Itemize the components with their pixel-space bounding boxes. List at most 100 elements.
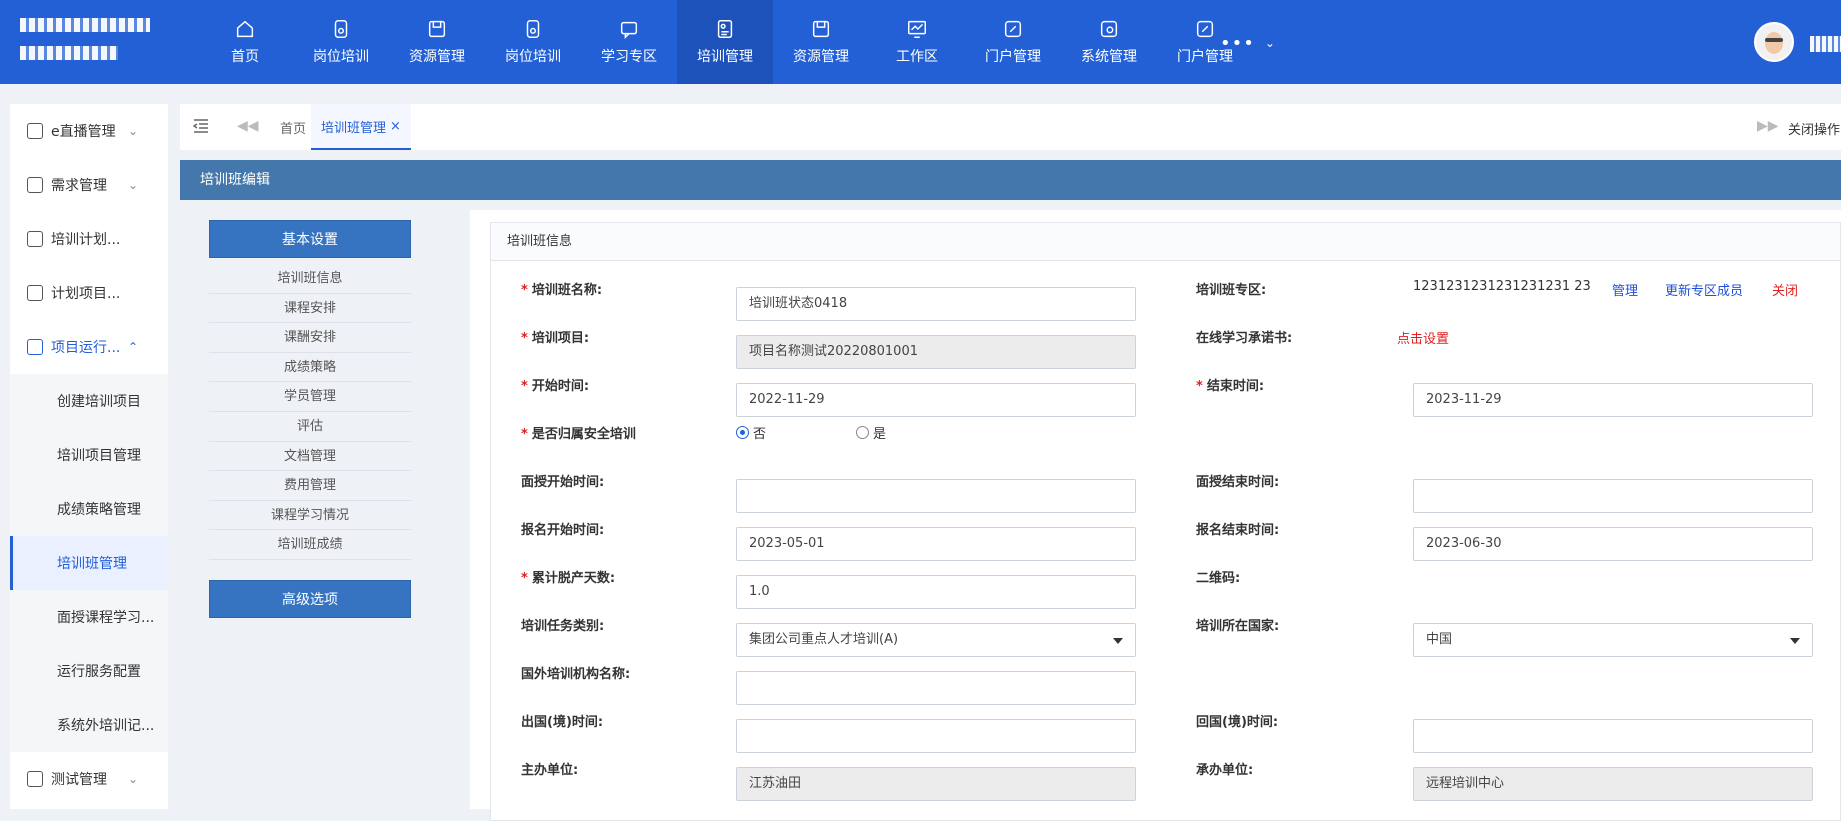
sidebar-sub-service-config[interactable]: 运行服务配置 <box>10 644 168 698</box>
sidebar-sub-class-management[interactable]: 培训班管理 <box>10 536 168 590</box>
tabs-next-icon[interactable]: ▶▶ <box>1757 118 1779 134</box>
nav-label: 门户管理 <box>985 49 1041 65</box>
link-evaluation[interactable]: 评估 <box>209 412 411 442</box>
sidebar-submenu: 创建培训项目 培训项目管理 成绩策略管理 培训班管理 面授课程学习... 运行服… <box>10 374 168 752</box>
nav-label: 资源管理 <box>793 49 849 65</box>
return-time-input[interactable] <box>1413 719 1813 753</box>
safety-yes-radio[interactable]: 是 <box>856 423 886 442</box>
days-off-input[interactable]: 1.0 <box>736 575 1136 609</box>
link-class-scores[interactable]: 培训班成绩 <box>209 530 411 560</box>
sidebar-item-project-operation[interactable]: 项目运行... ⌃ <box>10 320 168 374</box>
close-icon[interactable]: × <box>390 119 401 134</box>
depart-time-input[interactable] <box>736 719 1136 753</box>
select-value: 中国 <box>1426 632 1453 647</box>
link-document-management[interactable]: 文档管理 <box>209 442 411 472</box>
signup-end-label: 报名结束时间: <box>1196 523 1280 538</box>
user-avatar[interactable] <box>1754 22 1794 62</box>
f2f-end-input[interactable] <box>1413 479 1813 513</box>
signup-start-input[interactable]: 2023-05-01 <box>736 527 1136 561</box>
project-icon <box>27 285 43 301</box>
sidebar-sub-create-project[interactable]: 创建培训项目 <box>10 374 168 428</box>
sidebar-item-live-management[interactable]: e直播管理 ⌄ <box>10 104 168 158</box>
end-time-input[interactable]: 2023-11-29 <box>1413 383 1813 417</box>
username-blurred[interactable] <box>1810 36 1841 52</box>
class-info-card: 培训班信息 * 培训班名称: 培训班状态0418 培训班专区: 123123123… <box>490 222 1841 821</box>
sidebar-item-test-management[interactable]: 测试管理 ⌄ <box>10 752 168 806</box>
zone-close-link[interactable]: 关闭 <box>1772 280 1798 299</box>
badge-icon <box>334 20 348 38</box>
sidebar-sub-f2f-course-study[interactable]: 面授课程学习... <box>10 590 168 644</box>
nav-item-study-zone[interactable]: 学习专区 <box>581 0 677 84</box>
nav-more-button[interactable]: ••• ⌄ <box>1220 30 1275 56</box>
settings-icon <box>1100 20 1118 38</box>
nav-item-system-management[interactable]: 系统管理 <box>1061 0 1157 84</box>
link-class-info[interactable]: 培训班信息 <box>209 264 411 294</box>
test-icon <box>27 771 43 787</box>
site-logo[interactable] <box>20 18 170 74</box>
signup-end-input[interactable]: 2023-06-30 <box>1413 527 1813 561</box>
class-name-input[interactable]: 培训班状态0418 <box>736 287 1136 321</box>
commitment-setup-link[interactable]: 点击设置 <box>1397 328 1449 347</box>
monitor-icon <box>908 20 926 38</box>
safety-no-radio[interactable]: 否 <box>736 423 766 442</box>
foreign-org-input[interactable] <box>736 671 1136 705</box>
sidebar-item-training-plan[interactable]: 培训计划... <box>10 212 168 266</box>
tabs-prev-icon[interactable]: ◀◀ <box>237 118 259 134</box>
more-dots-icon: ••• <box>1220 32 1255 54</box>
folder-icon <box>812 20 830 38</box>
sidebar-item-plan-project[interactable]: 计划项目... <box>10 266 168 320</box>
label-text: 开始时间: <box>531 379 590 394</box>
sidebar-item-demand-management[interactable]: 需求管理 ⌄ <box>10 158 168 212</box>
start-time-input[interactable]: 2022-11-29 <box>736 383 1136 417</box>
nav-item-post-training-2[interactable]: 岗位培训 <box>485 0 581 84</box>
sidebar-sub-external-training[interactable]: 系统外培训记... <box>10 698 168 752</box>
nav-label: 系统管理 <box>1081 49 1137 65</box>
nav-item-workspace[interactable]: 工作区 <box>869 0 965 84</box>
chat-icon <box>620 21 638 40</box>
nav-label: 首页 <box>231 49 259 65</box>
nav-item-portal-management[interactable]: 门户管理 <box>965 0 1061 84</box>
country-select[interactable]: 中国 <box>1413 623 1813 657</box>
host-input: 江苏油田 <box>736 767 1136 801</box>
link-cost-management[interactable]: 费用管理 <box>209 471 411 501</box>
nav-item-training-management[interactable]: 培训管理 <box>677 0 773 84</box>
chevron-down-icon: ⌄ <box>128 178 139 192</box>
required-mark: * <box>521 379 528 394</box>
task-type-select[interactable]: 集团公司重点人才培训(A) <box>736 623 1136 657</box>
avatar-face <box>1765 32 1783 54</box>
nav-item-home[interactable]: 首页 <box>197 0 293 84</box>
tab-home[interactable]: 首页 <box>276 104 310 150</box>
link-student-management[interactable]: 学员管理 <box>209 382 411 412</box>
chevron-down-icon: ⌄ <box>128 124 139 138</box>
update-zone-members-link[interactable]: 更新专区成员 <box>1665 280 1743 299</box>
link-course-schedule[interactable]: 课程安排 <box>209 294 411 324</box>
sidebar-item-label: e直播管理 <box>51 124 116 140</box>
link-fee-schedule[interactable]: 课酬安排 <box>209 323 411 353</box>
sidebar-item-label: 培训计划... <box>51 232 121 248</box>
nav-label: 岗位培训 <box>313 49 369 65</box>
label-text: 结束时间: <box>1206 379 1265 394</box>
link-score-strategy[interactable]: 成绩策略 <box>209 353 411 383</box>
nav-item-post-training[interactable]: 岗位培训 <box>293 0 389 84</box>
menu-collapse-icon[interactable] <box>192 117 210 135</box>
tab-class-management[interactable]: 培训班管理 × <box>311 104 411 150</box>
basic-settings-button[interactable]: 基本设置 <box>209 220 411 258</box>
top-navigation-bar: 首页 岗位培训 资源管理 岗位培训 学习专区 培训管理 资源管理 工作区 门户管… <box>0 0 1841 84</box>
sidebar-sub-score-strategy[interactable]: 成绩策略管理 <box>10 482 168 536</box>
organizer-label: 承办单位: <box>1196 763 1254 778</box>
nav-item-resource-management[interactable]: 资源管理 <box>389 0 485 84</box>
link-course-study-status[interactable]: 课程学习情况 <box>209 501 411 531</box>
label-text: 是否归属安全培训 <box>531 427 636 442</box>
edit-section-nav: 基本设置 培训班信息 课程安排 课酬安排 成绩策略 学员管理 评估 文档管理 费… <box>180 210 470 809</box>
close-operations-dropdown[interactable]: 关闭操作 <box>1788 119 1840 138</box>
tab-label: 首页 <box>280 121 307 137</box>
nav-item-resource-management-2[interactable]: 资源管理 <box>773 0 869 84</box>
required-mark: * <box>521 571 528 586</box>
advanced-options-button[interactable]: 高级选项 <box>209 580 411 618</box>
tabs-bar: ◀◀ 首页 培训班管理 × ▶▶ 关闭操作 <box>180 104 1841 150</box>
required-mark: * <box>521 283 528 298</box>
f2f-start-input[interactable] <box>736 479 1136 513</box>
sidebar-sub-project-management[interactable]: 培训项目管理 <box>10 428 168 482</box>
zone-manage-link[interactable]: 管理 <box>1612 280 1638 299</box>
nav-label: 岗位培训 <box>505 49 561 65</box>
